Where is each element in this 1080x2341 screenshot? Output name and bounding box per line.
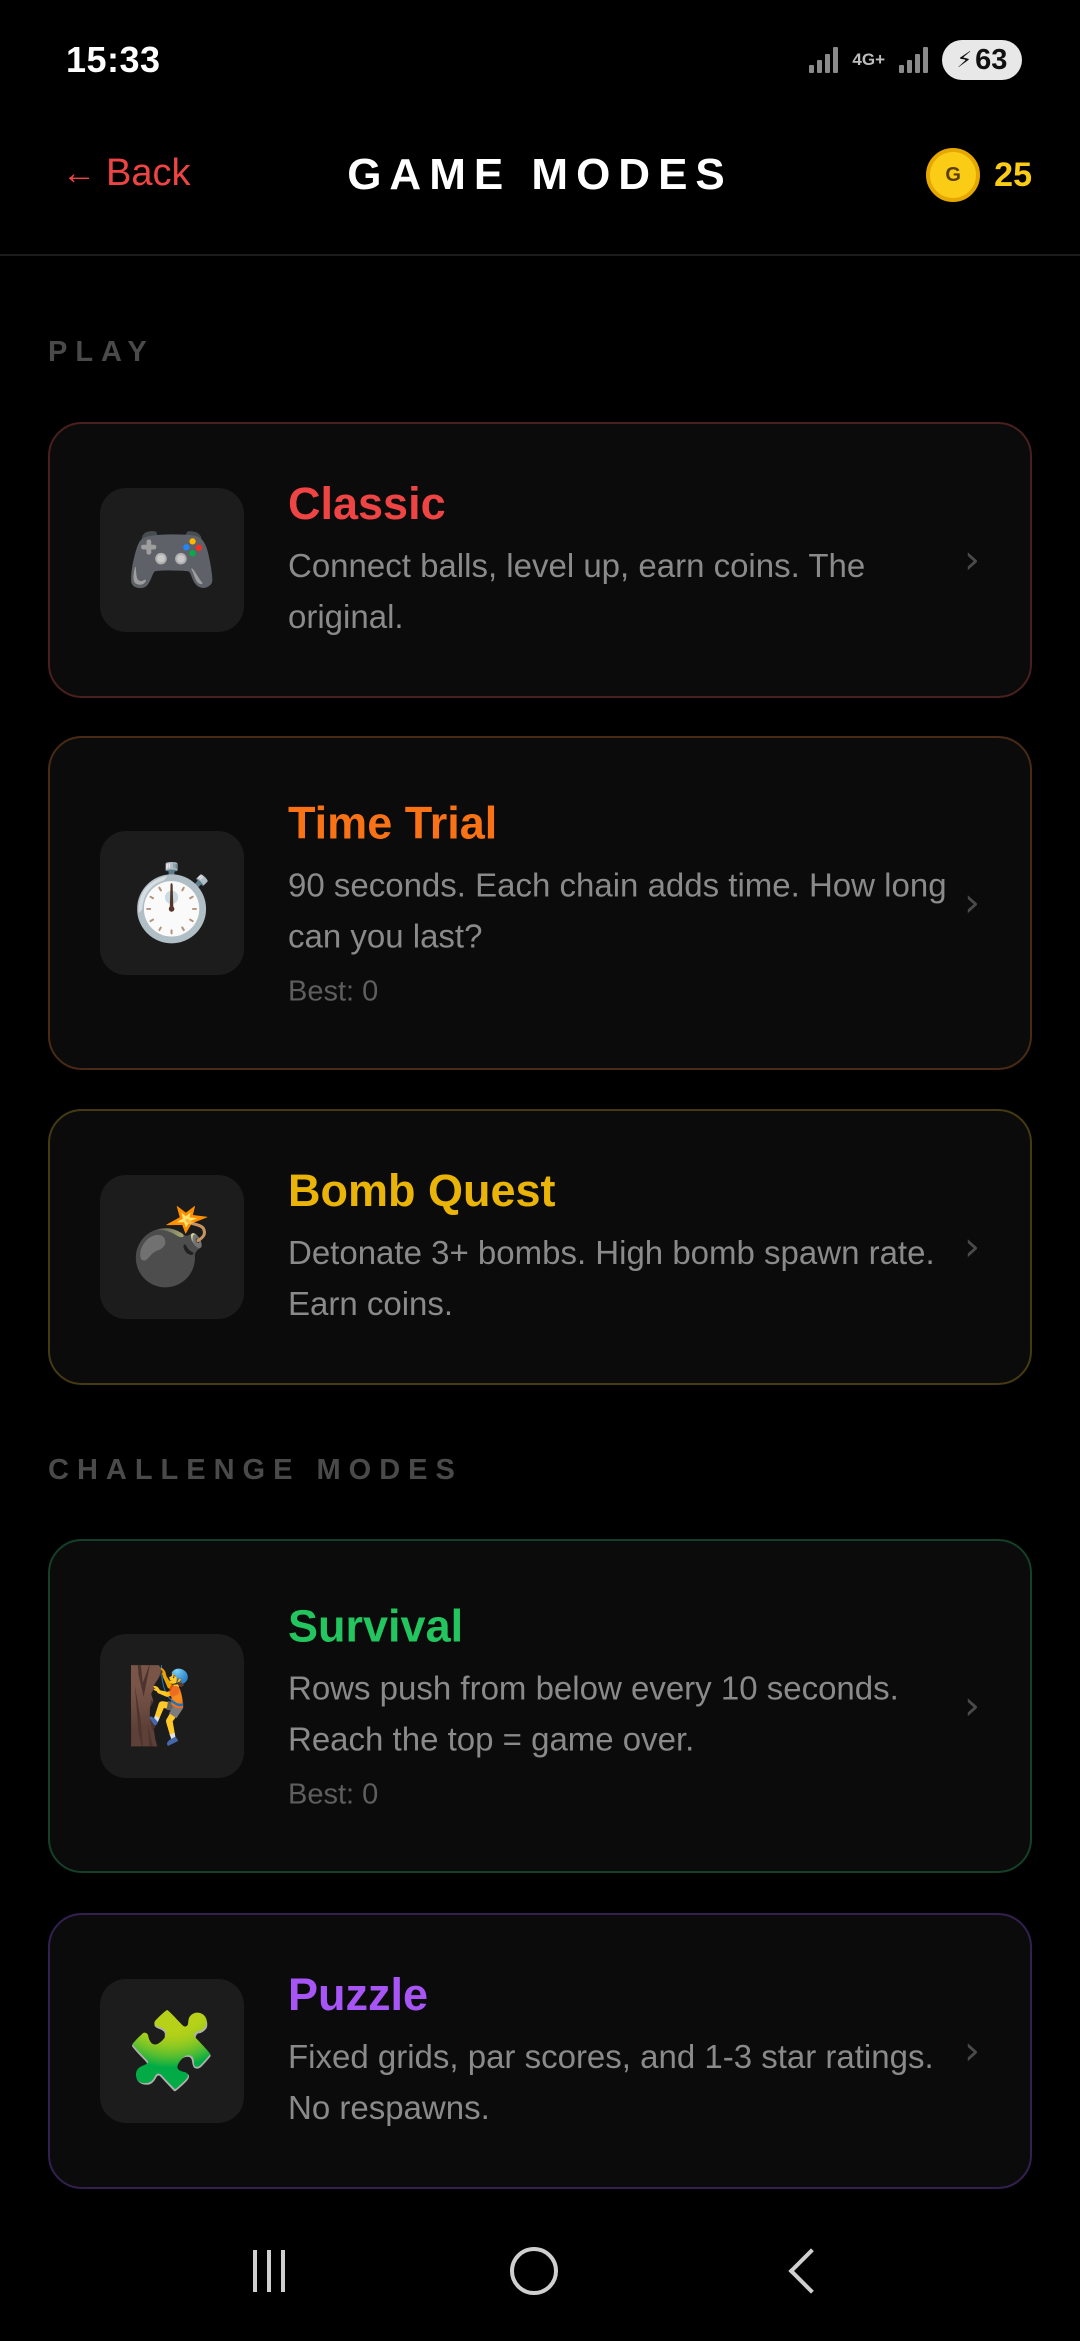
mode-title: Classic xyxy=(288,478,446,529)
mode-card-survival[interactable]: 🧗 Survival Rows push from below every 10… xyxy=(48,1539,1032,1873)
mode-title: Time Trial xyxy=(288,797,498,849)
coin-balance: G 25 xyxy=(926,148,1032,202)
app-header: ← Back GAME MODES G 25 xyxy=(0,120,1080,256)
home-icon[interactable] xyxy=(509,2246,558,2295)
mode-title: Survival xyxy=(288,1600,464,1652)
network-type: 4G+ xyxy=(852,50,885,69)
puzzle-piece-icon: 🧩 xyxy=(100,1979,244,2123)
mode-description: Fixed grids, par scores, and 1-3 star ra… xyxy=(288,2038,934,2126)
mode-description: 90 seconds. Each chain adds time. How lo… xyxy=(288,866,947,955)
climber-icon: 🧗 xyxy=(100,1634,244,1778)
mode-text: Puzzle Fixed grids, par scores, and 1-3 … xyxy=(288,1969,948,2133)
system-nav-bar xyxy=(0,2200,1080,2341)
gamepad-icon: 🎮 xyxy=(100,488,244,632)
mode-card-puzzle[interactable]: 🧩 Puzzle Fixed grids, par scores, and 1-… xyxy=(48,1913,1032,2189)
mode-card-time-trial[interactable]: ⏱️ Time Trial 90 seconds. Each chain add… xyxy=(48,736,1032,1070)
best-score: Best: 0 xyxy=(288,1778,379,1811)
page-title: GAME MODES xyxy=(347,150,733,199)
coin-count: 25 xyxy=(994,155,1032,194)
mode-text: Time Trial 90 seconds. Each chain adds t… xyxy=(288,798,948,1009)
signal-icon-2 xyxy=(899,47,928,73)
mode-text: Bomb Quest Detonate 3+ bombs. High bomb … xyxy=(288,1165,948,1329)
charging-icon: ⚡ xyxy=(956,47,973,72)
status-icons: 4G+ ⚡ 63 xyxy=(809,40,1022,80)
mode-card-bomb-quest[interactable]: 💣 Bomb Quest Detonate 3+ bombs. High bom… xyxy=(48,1109,1032,1385)
mode-text: Classic Connect balls, level up, earn co… xyxy=(288,478,948,642)
section-label-play: PLAY xyxy=(48,336,155,368)
status-time: 15:33 xyxy=(66,39,161,80)
bomb-icon: 💣 xyxy=(100,1175,244,1319)
mode-title: Bomb Quest xyxy=(288,1165,556,1216)
section-label-challenge: CHALLENGE MODES xyxy=(48,1454,463,1486)
chevron-right-icon: › xyxy=(964,880,980,926)
game-modes-screen: 15:33 4G+ ⚡ 63 ← Back GAME MODES G 25 PL… xyxy=(0,0,1080,2341)
status-bar: 15:33 4G+ ⚡ 63 xyxy=(0,0,1080,120)
mode-card-classic[interactable]: 🎮 Classic Connect balls, level up, earn … xyxy=(48,422,1032,698)
chevron-right-icon: › xyxy=(964,537,980,583)
nav-back-icon[interactable] xyxy=(788,2247,834,2294)
stopwatch-icon: ⏱️ xyxy=(100,831,244,975)
chevron-right-icon: › xyxy=(964,2028,980,2074)
chevron-right-icon: › xyxy=(964,1224,980,1270)
best-score: Best: 0 xyxy=(288,975,379,1008)
recents-icon[interactable] xyxy=(252,2249,285,2292)
chevron-right-icon: › xyxy=(964,1683,980,1729)
battery-indicator: ⚡ 63 xyxy=(942,40,1022,80)
mode-description: Connect balls, level up, earn coins. The… xyxy=(288,547,866,635)
mode-title: Puzzle xyxy=(288,1969,429,2020)
coin-icon: G xyxy=(926,148,981,202)
battery-level: 63 xyxy=(975,43,1008,76)
mode-text: Survival Rows push from below every 10 s… xyxy=(288,1601,948,1812)
mode-description: Detonate 3+ bombs. High bomb spawn rate.… xyxy=(288,1234,935,1322)
signal-icon xyxy=(809,47,839,73)
mode-description: Rows push from below every 10 seconds. R… xyxy=(288,1669,899,1758)
